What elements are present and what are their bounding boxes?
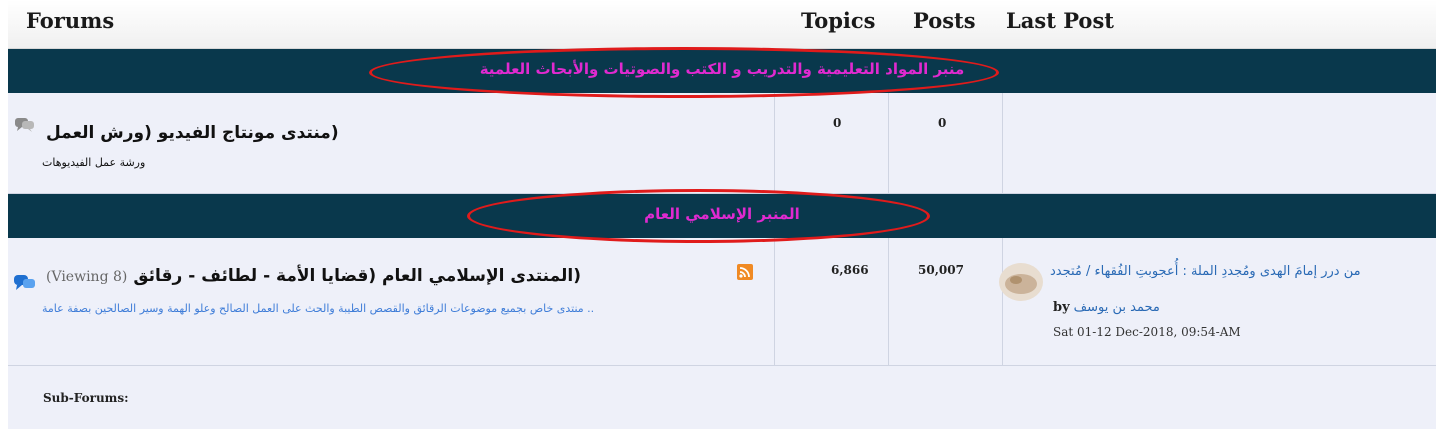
- forum-description: ورشة عمل الفيديوهات: [42, 156, 146, 169]
- header-topics: Topics: [801, 8, 876, 33]
- forum-title[interactable]: (منتدى مونتاج الفيديو (ورش العمل: [46, 123, 339, 143]
- forum-posts-count: 0: [938, 116, 947, 130]
- subforums-row: Sub-Forums:: [8, 366, 1436, 429]
- column-divider: [774, 238, 775, 365]
- forum-topics-count: 6,866: [831, 263, 869, 277]
- forum-row: (المنتدى الإسلامي العام (قضايا الأمة - ل…: [8, 238, 1436, 366]
- column-divider: [1002, 93, 1003, 193]
- forum-topics-count: 0: [833, 116, 842, 130]
- by-label: by: [1053, 300, 1070, 315]
- forum-posts-count: 50,007: [918, 263, 964, 277]
- forum-list: Forums Topics Posts Last Post منبر الموا…: [0, 0, 1440, 429]
- forum-row: (منتدى مونتاج الفيديو (ورش العمل ورشة عم…: [8, 93, 1436, 194]
- last-post-author[interactable]: محمد بن يوسف: [1074, 300, 1160, 315]
- subforums-label: Sub-Forums:: [43, 391, 129, 405]
- category-row: منبر المواد التعليمية والتدريب و الكتب و…: [8, 49, 1436, 93]
- header-posts: Posts: [913, 8, 976, 33]
- forum-description: .. منتدى خاص بجميع موضوعات الرقائق والقص…: [42, 302, 595, 315]
- last-post-title[interactable]: من درر إمامَ الهدى ومُجددِ الملة : أُعجو…: [1050, 264, 1361, 279]
- forum-title-link[interactable]: (المنتدى الإسلامي العام (قضايا الأمة - ل…: [133, 266, 581, 286]
- avatar[interactable]: [998, 262, 1044, 302]
- speech-bubble-gray-icon: [15, 118, 34, 132]
- forum-table-header: Forums Topics Posts Last Post: [8, 0, 1436, 49]
- last-post-by: by محمد بن يوسف: [1053, 300, 1160, 315]
- speech-bubble-blue-icon: [14, 275, 35, 290]
- rss-icon[interactable]: [737, 264, 753, 280]
- category-row: المنبر الإسلامي العام: [8, 194, 1436, 238]
- viewing-count: (8 Viewing): [46, 269, 128, 285]
- column-divider: [888, 93, 889, 193]
- category-title[interactable]: منبر المواد التعليمية والتدريب و الكتب و…: [8, 60, 1436, 78]
- forum-title: (المنتدى الإسلامي العام (قضايا الأمة - ل…: [46, 266, 581, 286]
- category-title[interactable]: المنبر الإسلامي العام: [8, 205, 1436, 223]
- column-divider: [774, 93, 775, 193]
- header-last-post: Last Post: [1006, 8, 1114, 33]
- column-divider: [888, 238, 889, 365]
- last-post-date: Sat 01-12 Dec-2018, 09:54-AM: [1053, 325, 1241, 339]
- header-forums: Forums: [26, 8, 115, 33]
